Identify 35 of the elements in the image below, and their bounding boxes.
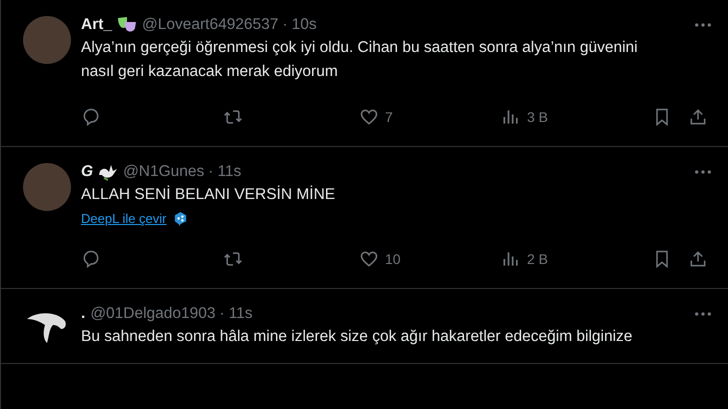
display-name[interactable]: G [81,163,94,181]
tweet-text: ALLAH SENİ BELANI VERSİN MİNE [81,184,336,205]
translator-logo-icon [172,211,188,226]
separator-dot: · [282,16,288,34]
translate-link[interactable]: DeepL ile çevir [81,211,167,226]
tweet-card[interactable]: . @01Delgado1903 · 11s Bu sahneden sonra hâla mine izlerek size çok ağır hakaretler edeceğim bilginize [1,288,728,364]
share-icon[interactable] [688,249,708,269]
like-count: 10 [385,251,401,267]
tweet-text: Alya’nın gerçeği öğrenmesi çok iyi oldu. Cihan bu saatten sonra alya’nın güvenini nasıl geri kazanacak merak ediyorum [81,38,639,82]
post-time[interactable]: 11s [228,305,253,323]
separator-dot: · [220,305,225,323]
display-name[interactable]: Art_ [81,16,112,34]
reply-icon[interactable] [81,249,101,269]
view-count: 3 B [527,109,548,125]
tweet-card[interactable]: G @N1Gunes · 11s ALLAH SENİ BELANI VERSİN MİNE DeepL ile çevir 10 2 B [1,146,728,289]
like-count: 7 [385,109,393,125]
more-options-icon[interactable] [694,169,712,175]
tweet-text: Bu sahneden sonra hâla mine izlerek size çok ağır hakaretler edeceğim bilginize [81,327,634,347]
user-handle[interactable]: @Loveart64926537 [142,16,278,34]
tweet-card[interactable]: Art_ @Loveart64926537 · 10s Alya’nın gerçeği öğrenmesi çok iyi oldu. Cihan bu saatten sonra alya’nın güvenini nasıl geri kazanacak merak ediyorum 7 3 B [1,0,728,147]
like-heart-icon[interactable] [359,107,379,127]
dove-icon [98,163,118,181]
share-icon[interactable] [688,107,708,127]
like-heart-icon[interactable] [359,249,379,269]
reply-icon[interactable] [81,107,101,127]
user-handle[interactable]: @01Delgado1903 [90,305,216,323]
view-count: 2 B [527,251,548,267]
post-time[interactable]: 11s [217,163,242,181]
display-name[interactable]: . [81,305,86,323]
more-options-icon[interactable] [694,311,712,317]
more-options-icon[interactable] [694,22,712,28]
post-time[interactable]: 10s [292,16,317,34]
theater-masks-icon [117,16,138,34]
user-handle[interactable]: @N1Gunes [123,163,204,181]
separator-dot: · [208,163,214,181]
